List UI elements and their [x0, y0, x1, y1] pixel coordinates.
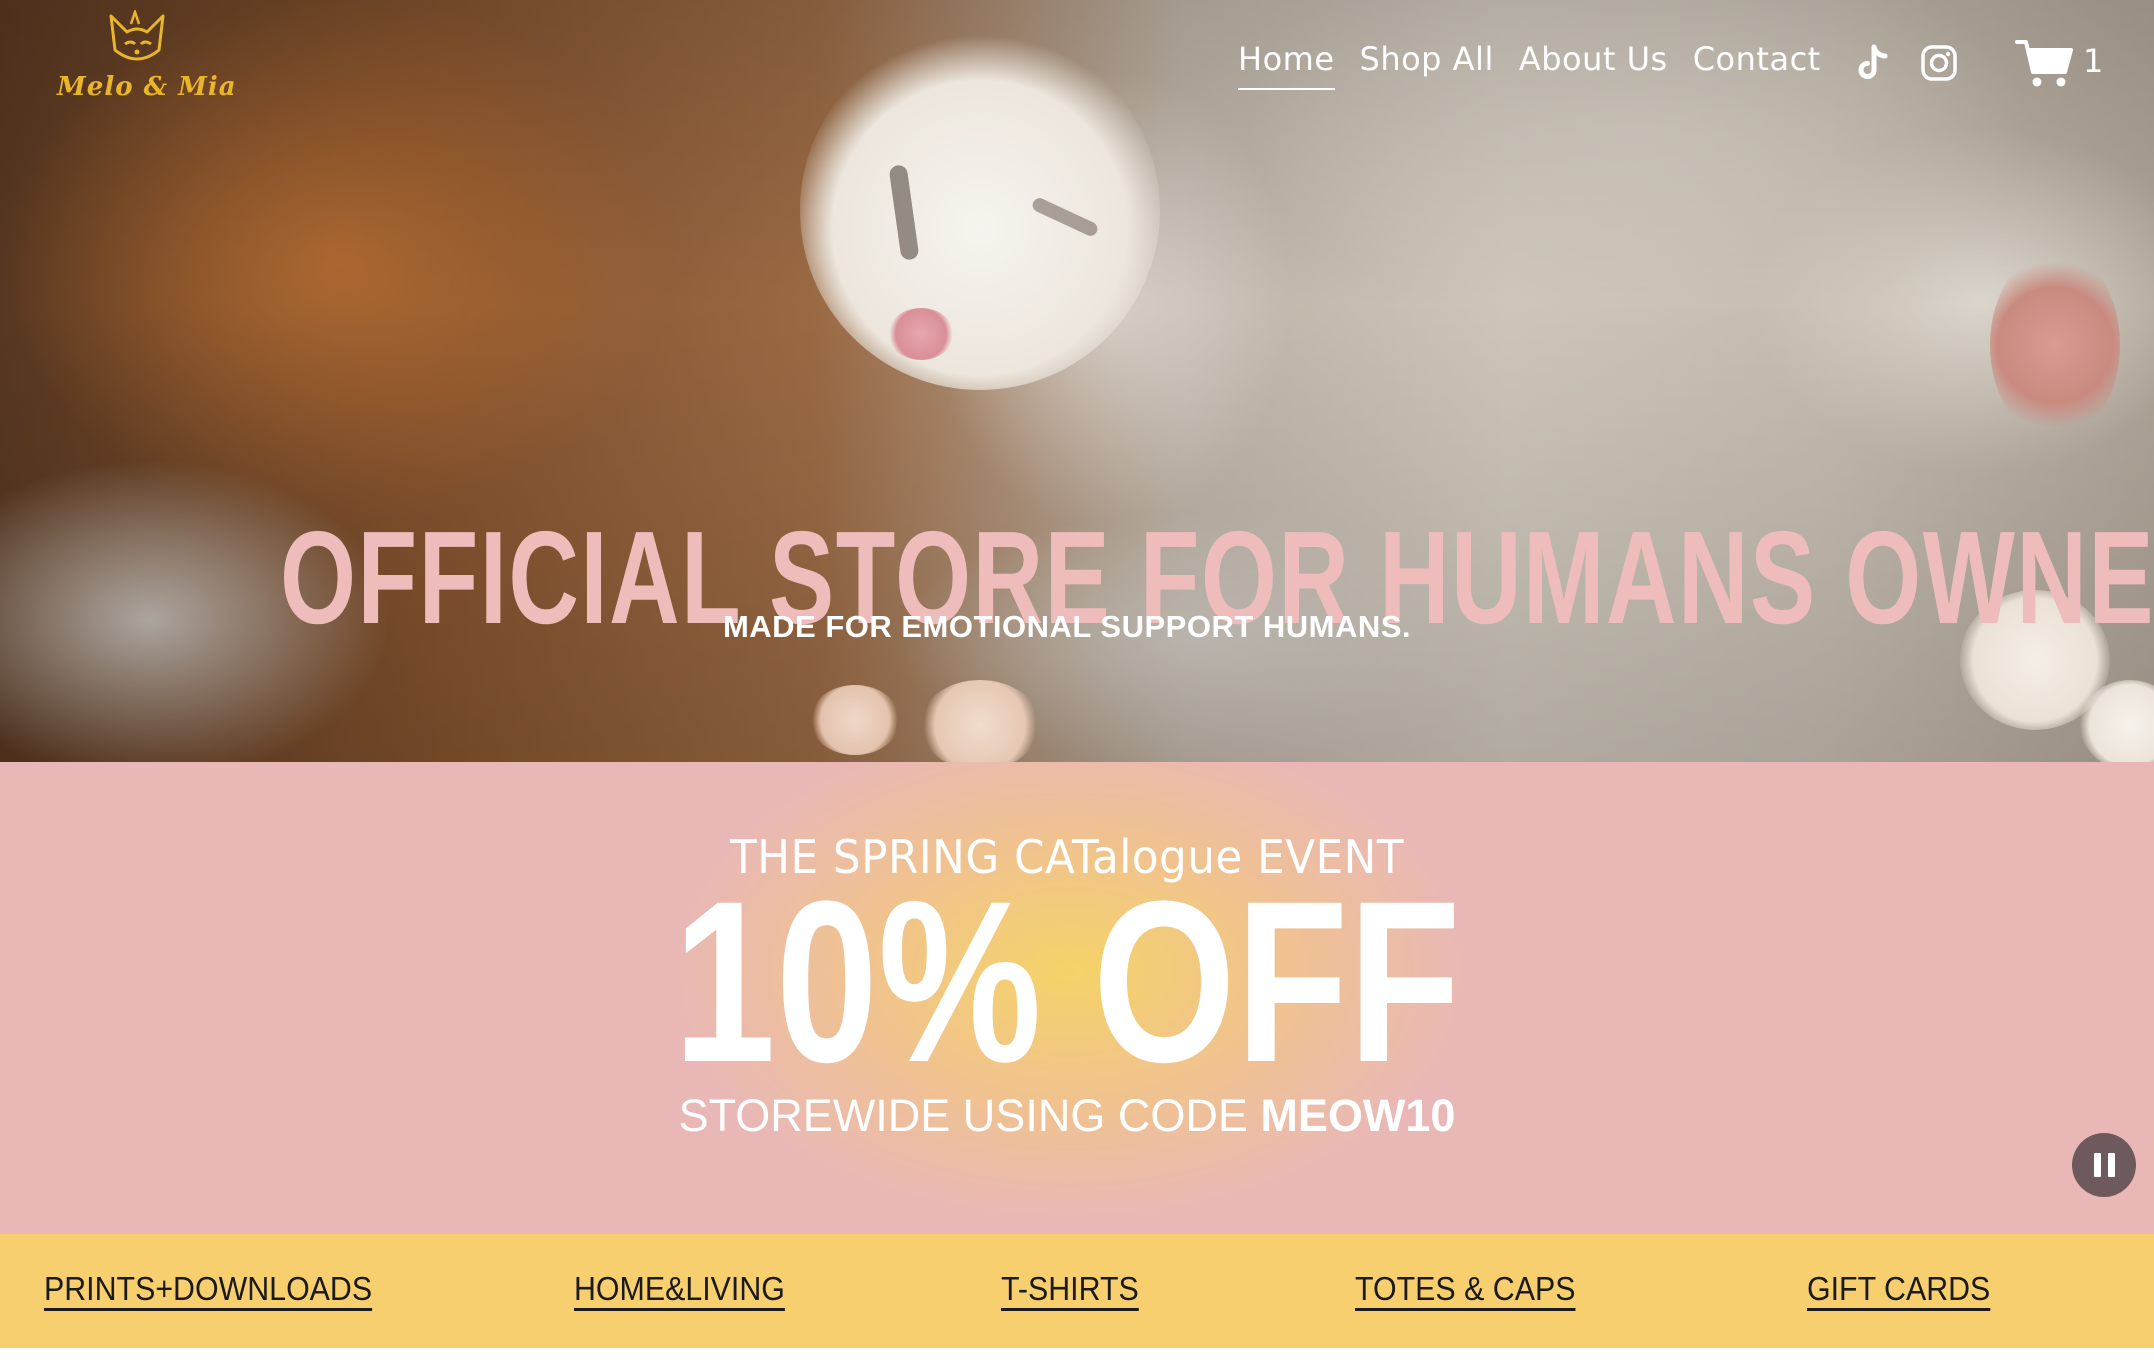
cat-nose-image	[888, 308, 954, 360]
category-bar: PRINTS+DOWNLOADS HOME&LIVING T-SHIRTS TO…	[0, 1234, 2154, 1348]
promo-headline: 10% OFF	[673, 853, 1461, 1110]
hero-subtitle: MADE FOR EMOTIONAL SUPPORT HUMANS.	[722, 609, 1412, 644]
brand-logo[interactable]: Melo & Mia	[55, 10, 236, 102]
promo-banner: THE SPRING CATalogue EVENT 10% OFF STORE…	[0, 762, 2154, 1234]
cart-icon	[2015, 40, 2073, 87]
instagram-icon[interactable]	[1920, 44, 1958, 87]
category-t-shirts[interactable]: T-SHIRTS	[1001, 1270, 1139, 1308]
main-nav: Home Shop All About Us Contact	[1238, 40, 1821, 90]
category-totes-caps[interactable]: TOTES & CAPS	[1355, 1270, 1575, 1308]
category-gift-cards[interactable]: GIFT CARDS	[1807, 1270, 1990, 1308]
tiktok-icon[interactable]	[1855, 44, 1891, 87]
cart-button[interactable]: 1	[2015, 38, 2103, 90]
nav-contact[interactable]: Contact	[1693, 40, 1821, 90]
nav-about-us[interactable]: About Us	[1519, 40, 1668, 90]
cat-face-image	[800, 30, 1160, 390]
category-prints-downloads[interactable]: PRINTS+DOWNLOADS	[44, 1270, 372, 1308]
pause-icon	[2107, 1153, 2115, 1177]
page-bottom-strip	[0, 1348, 2154, 1366]
nav-shop-all[interactable]: Shop All	[1360, 40, 1494, 90]
brand-logo-text: Melo & Mia	[57, 72, 237, 102]
promo-code-prefix: STOREWIDE USING CODE	[678, 1090, 1261, 1141]
promo-code-line: STOREWIDE USING CODE MEOW10	[0, 1090, 2134, 1142]
cat-paw-image	[810, 685, 900, 755]
category-home-living[interactable]: HOME&LIVING	[574, 1270, 785, 1308]
cat-paw-image	[1990, 250, 2120, 440]
pause-icon	[2093, 1153, 2101, 1177]
hero-banner: Melo & Mia Home Shop All About Us Contac…	[0, 0, 2154, 762]
cat-logo-icon	[109, 10, 165, 61]
cart-count: 1	[2083, 42, 2104, 80]
cat-paw-image	[920, 680, 1040, 762]
pause-button[interactable]	[2072, 1133, 2136, 1197]
promo-code: MEOW10	[1260, 1090, 1456, 1141]
nav-home[interactable]: Home	[1238, 40, 1335, 90]
